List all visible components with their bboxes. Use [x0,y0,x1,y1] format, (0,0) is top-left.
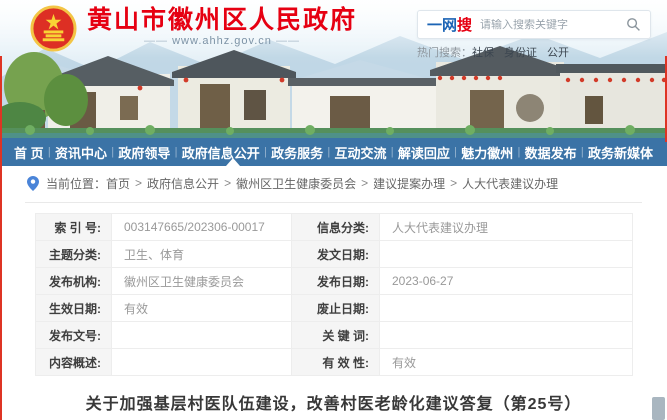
hot-search-label: 热门搜索： [417,47,472,59]
nav-item-charm-huizhou[interactable]: 魅力徽州 [461,143,513,162]
crumb-info-disclosure[interactable]: 政府信息公开 [147,175,219,192]
value-topic-category: 卫生、体育 [111,240,292,268]
document-metadata-table: 索 引 号: 003147665/202306-00017 信息分类: 人大代表… [35,213,633,376]
active-nav-caret [226,158,240,166]
nav-item-home[interactable]: 首 页 [14,143,44,162]
value-content-summary [111,348,292,376]
nav-item-interpretation[interactable]: 解读回应 [398,143,450,162]
nav-item-news[interactable]: 资讯中心 [55,143,107,162]
nav-item-leaders[interactable]: 政府领导 [118,143,170,162]
label-index-number: 索 引 号: [35,213,112,241]
crumb-npc-suggestions[interactable]: 人大代表建议办理 [462,175,558,192]
value-keywords [379,321,633,349]
table-row: 发布文号: 关 键 词: [35,321,633,349]
hot-tag-shenfenzheng[interactable]: 身份证 [504,47,537,59]
label-validity: 有 效 性: [291,348,380,376]
nav-item-info-disclosure[interactable]: 政府信息公开 [182,143,260,162]
label-issue-date: 发文日期: [291,240,380,268]
search-icon[interactable] [626,17,641,32]
nav-item-new-media[interactable]: 政务新媒体 [588,143,653,162]
label-doc-number: 发布文号: [35,321,112,349]
section-divider [25,202,642,203]
label-abolish-date: 废止日期: [291,294,380,322]
crumb-health-commission[interactable]: 徽州区卫生健康委员会 [236,175,356,192]
value-doc-number [111,321,292,349]
site-title: 黄山市徽州区人民政府 [87,6,358,34]
table-row: 生效日期: 有效 废止日期: [35,294,633,322]
hot-tag-shebao[interactable]: 社保 [472,47,494,59]
breadcrumb: 当前位置： 首页 > 政府信息公开 > 徽州区卫生健康委员会 > 建议提案办理 … [27,172,558,194]
value-publisher: 徽州区卫生健康委员会 [111,267,292,295]
search-area: 一网搜 热门搜索：社保身份证公开 [417,10,651,60]
label-publish-date: 发布日期: [291,267,380,295]
hot-search-row: 热门搜索：社保 身份证 公开 [417,44,651,60]
left-red-edge [0,56,2,420]
location-pin-icon [27,175,39,191]
main-nav: 首 页 | 资讯中心 | 政府领导 | 政府信息公开 | 政务服务 | 互动交流… [0,138,667,166]
value-info-category: 人大代表建议办理 [379,213,633,241]
nav-item-services[interactable]: 政务服务 [271,143,323,162]
breadcrumb-prefix: 当前位置： [46,176,107,191]
label-keywords: 关 键 词: [291,321,380,349]
document-title: 关于加强基层村医队伍建设，改善村医老龄化建议答复（第25号） [85,396,582,413]
crumb-home[interactable]: 首页 [106,175,130,192]
value-abolish-date [379,294,633,322]
page: 黄山市徽州区人民政府 —— www.ahhz.gov.cn —— 一网搜 热门搜… [0,0,667,420]
search-box[interactable]: 一网搜 [417,10,651,39]
label-content-summary: 内容概述: [35,348,112,376]
value-effective-date: 有效 [111,294,292,322]
label-topic-category: 主题分类: [35,240,112,268]
table-row: 发布机构: 徽州区卫生健康委员会 发布日期: 2023-06-27 [35,267,633,295]
national-emblem-icon [30,5,77,52]
value-validity: 有效 [379,348,633,376]
site-url: —— www.ahhz.gov.cn —— [144,35,300,47]
value-publish-date: 2023-06-27 [379,267,633,295]
label-effective-date: 生效日期: [35,294,112,322]
hot-tag-gongkai[interactable]: 公开 [547,47,569,59]
label-publisher: 发布机构: [35,267,112,295]
floating-widget-button[interactable] [652,397,665,420]
label-info-category: 信息分类: [291,213,380,241]
table-row: 内容概述: 有 效 性: 有效 [35,348,633,376]
nav-item-interaction[interactable]: 互动交流 [334,143,386,162]
crumb-proposal-handling[interactable]: 建议提案办理 [373,175,445,192]
value-index-number: 003147665/202306-00017 [111,213,292,241]
table-row: 主题分类: 卫生、体育 发文日期: [35,240,633,268]
value-issue-date [379,240,633,268]
site-logo[interactable]: 黄山市徽州区人民政府 —— www.ahhz.gov.cn —— [30,5,357,52]
site-header: 黄山市徽州区人民政府 —— www.ahhz.gov.cn —— 一网搜 热门搜… [0,0,667,59]
search-input[interactable] [480,18,626,31]
nav-item-data-release[interactable]: 数据发布 [525,143,577,162]
table-row: 索 引 号: 003147665/202306-00017 信息分类: 人大代表… [35,213,633,241]
search-brand: 一网搜 [427,17,473,34]
